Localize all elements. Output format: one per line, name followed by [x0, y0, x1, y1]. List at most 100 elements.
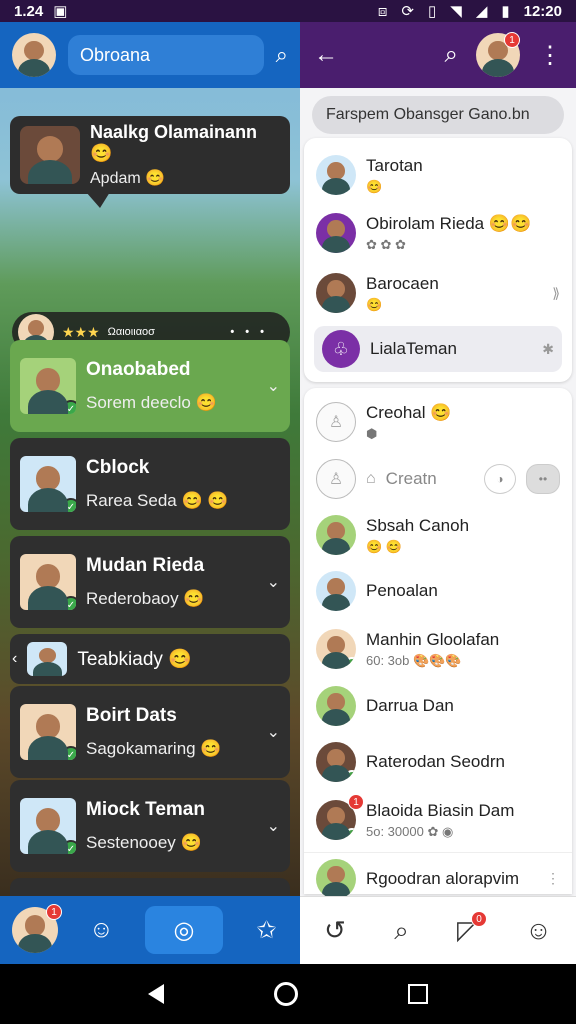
- system-recents-icon[interactable]: [408, 984, 428, 1004]
- chevron-down-icon[interactable]: ⌄: [267, 816, 280, 836]
- chat-card[interactable]: ✓ Mudan Rieda Rederobaoy 😊 ⌄: [10, 536, 290, 628]
- contact-name: Creohal 😊: [366, 402, 452, 422]
- check-icon: ✓: [62, 400, 76, 414]
- forward-icon[interactable]: ⟫: [552, 285, 560, 302]
- contact-row[interactable]: Penoalan: [304, 566, 572, 616]
- create-icon: ⌂: [366, 470, 376, 487]
- refresh-icon[interactable]: ↺: [324, 915, 346, 946]
- contact-row[interactable]: ♙ Creohal 😊 ⬢: [304, 396, 572, 448]
- contact-name: Tarotan: [366, 155, 423, 175]
- chevron-left-icon[interactable]: ‹: [12, 650, 17, 668]
- left-search-bar[interactable]: Obroana: [68, 35, 264, 75]
- contact-avatar: [316, 629, 356, 669]
- contact-row[interactable]: Obirolam Rieda 😊😊 ✿ ✿ ✿: [304, 206, 572, 260]
- header-badge: 1: [504, 32, 520, 48]
- card-avatar: ✓: [20, 798, 76, 854]
- contact-name: Rgoodran alorapvim: [366, 868, 520, 888]
- chevron-down-icon[interactable]: ⌄: [267, 722, 280, 742]
- pin-icon[interactable]: ✱: [542, 341, 554, 358]
- more-vert-icon[interactable]: ⋮: [538, 41, 562, 70]
- group-icon: ♧: [322, 330, 360, 368]
- contact-name: Obirolam Rieda 😊😊: [366, 213, 532, 233]
- contact-avatar: [316, 155, 356, 195]
- chat-card[interactable]: ✓ Boirt Dats Sagokamaring 😊 ⌄: [10, 686, 290, 778]
- emoji-icon[interactable]: ☺: [525, 915, 552, 946]
- right-panel: ← ⌕ 1 ⋮ Farspem Obansger Gano.bn Tarotan…: [300, 22, 576, 896]
- contact-name: Sbsah Canoh: [366, 515, 470, 535]
- contact-sub: ✿ ✿ ✿: [366, 236, 406, 252]
- back-arrow-icon[interactable]: ←: [314, 41, 338, 69]
- check-icon: ✓: [62, 746, 76, 760]
- sync-icon: ⟳: [401, 3, 414, 20]
- card-avatar: ✓: [20, 704, 76, 760]
- card-name: Onaobabed: [86, 359, 191, 380]
- chat-bubble[interactable]: Naalkg Olamainann 😊 Apdam 😊: [10, 116, 290, 208]
- contact-avatar: [316, 742, 356, 782]
- contact-row[interactable]: 1 Blaoida Biasin Dam 5o: 30000 ✿ ◉: [304, 792, 572, 848]
- nfc-icon: ⧈: [377, 2, 388, 20]
- card-sub: Sestenooey 😊: [86, 833, 202, 852]
- chat-card-partial[interactable]: [10, 878, 290, 896]
- contact-name: Penoalan: [366, 581, 438, 600]
- left-search-label: Obroana: [80, 44, 151, 65]
- contact-sub: 😊: [366, 178, 383, 194]
- chat-card[interactable]: ✓ Cblock Rarea Seda 😊 😊: [10, 438, 290, 530]
- card-sub: Sorem deeclo 😊: [86, 393, 217, 412]
- contact-sub: 😊: [366, 296, 383, 312]
- contact-row[interactable]: Manhin Gloolafan 60: 3ob 🎨🎨🎨: [304, 622, 572, 676]
- star-icon[interactable]: ✩: [245, 906, 288, 954]
- contact-row[interactable]: ♙ ⌂ Creatn ◑ ••: [304, 454, 572, 504]
- right-header: ← ⌕ 1 ⋮: [300, 22, 576, 88]
- image-notification-icon: ▣: [53, 3, 68, 20]
- contact-row[interactable]: Rgoodran alorapvim ⋮: [304, 852, 572, 896]
- profile-avatar[interactable]: [12, 33, 56, 77]
- more-dots-icon[interactable]: • • •: [230, 326, 268, 338]
- placeholder-avatar-icon: ♙: [316, 402, 356, 442]
- contact-sub: 5o: 30000 ✿ ◉: [366, 823, 454, 839]
- chevron-down-icon[interactable]: ⌄: [267, 376, 280, 396]
- contact-name: Barocaen: [366, 273, 439, 293]
- contact-row[interactable]: Tarotan 😊: [304, 150, 572, 200]
- online-indicator: [345, 828, 356, 840]
- contact-sub: 60: 3ob 🎨🎨🎨: [366, 652, 462, 668]
- online-indicator: [345, 657, 356, 669]
- card-name: Cblock: [86, 457, 150, 478]
- card-sub: Sagokamaring 😊: [86, 739, 222, 758]
- status-time-right: 12:20: [523, 2, 562, 20]
- contact-sub: 😊 😊: [366, 538, 402, 554]
- contact-avatar: [316, 515, 356, 555]
- right-search-placeholder: Farspem Obansger Gano.bn: [326, 106, 530, 123]
- contact-row[interactable]: Darrua Dan: [304, 680, 572, 732]
- contact-row[interactable]: Raterodan Seodrn: [304, 736, 572, 788]
- card-avatar: ✓: [20, 456, 76, 512]
- chat-card[interactable]: ✓ Onaobabed Sorem deeclo 😊 ⌄: [10, 340, 290, 432]
- contact-row-highlighted[interactable]: ♧ LialaTeman ✱: [314, 326, 562, 372]
- chat-card[interactable]: ‹ Teabkiady 😊: [10, 634, 290, 684]
- system-home-icon[interactable]: [274, 982, 298, 1006]
- emoji-icon[interactable]: ☺: [80, 906, 123, 954]
- chat-card[interactable]: ✓ Miock Teman Sestenooey 😊 ⌄: [10, 780, 290, 872]
- action-icon[interactable]: ◑: [484, 464, 516, 494]
- search-icon[interactable]: ⌕: [276, 42, 288, 68]
- placeholder-avatar-icon: ♙: [316, 459, 356, 499]
- wifi-icon: ◥: [450, 3, 462, 20]
- card-avatar: [27, 642, 68, 676]
- left-header: Obroana ⌕: [0, 22, 300, 88]
- contact-row[interactable]: Barocaen 😊 ⟫: [304, 266, 572, 320]
- bubble-name: Naalkg Olamainann 😊: [90, 122, 258, 163]
- right-search-input[interactable]: Farspem Obansger Gano.bn: [312, 96, 564, 134]
- left-bottom-nav: 1 ☺ ◎ ✩: [0, 896, 300, 964]
- contact-name: Manhin Gloolafan: [366, 629, 500, 649]
- contact-avatar: [316, 273, 356, 313]
- contact-row[interactable]: Sbsah Canoh 😊 😊: [304, 508, 572, 562]
- more-vert-icon[interactable]: ⋮: [546, 870, 560, 887]
- contact-badge: 1: [348, 794, 364, 810]
- more-chat-icon[interactable]: ••: [526, 464, 560, 494]
- search-icon[interactable]: ⌕: [445, 41, 458, 69]
- card-sub: Rarea Seda 😊 😊: [86, 491, 229, 510]
- chevron-down-icon[interactable]: ⌄: [267, 572, 280, 592]
- notifications-icon[interactable]: ◸ 0: [457, 911, 488, 946]
- chat-icon[interactable]: ◎: [144, 906, 224, 954]
- system-back-icon[interactable]: [148, 984, 164, 1004]
- search-icon[interactable]: ⌕: [394, 915, 409, 947]
